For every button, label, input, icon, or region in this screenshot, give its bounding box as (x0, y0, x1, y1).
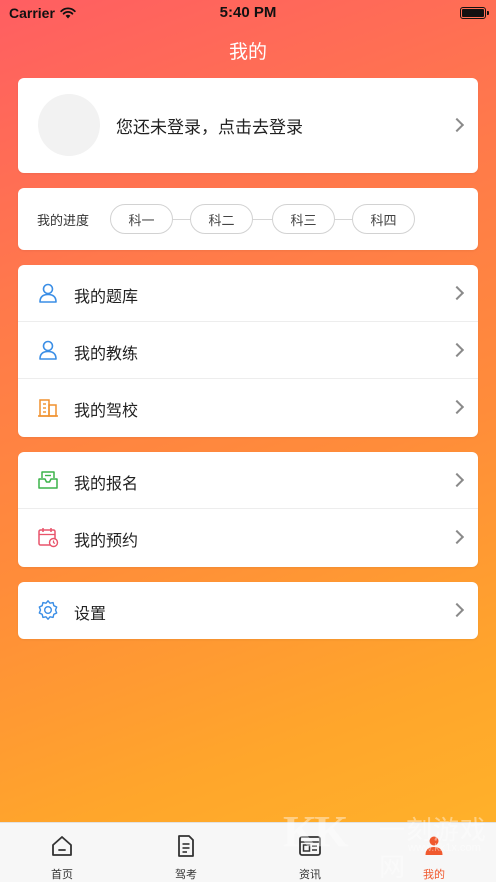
envelope-tray-icon (38, 471, 58, 489)
tab-label: 首页 (51, 868, 73, 881)
subject-chip-3[interactable]: 科三 (272, 204, 335, 234)
subject-chip-4[interactable]: 科四 (352, 204, 415, 234)
menu-item-label: 设置 (74, 604, 107, 623)
home-icon (52, 836, 72, 856)
tab-bar: 首页 驾考 资讯 我的 (0, 822, 496, 882)
chevron-right-icon (449, 529, 465, 545)
menu-group-3: 设置 (18, 582, 478, 639)
subject-chip-1[interactable]: 科一 (110, 204, 173, 234)
tab-home[interactable]: 首页 (0, 823, 124, 882)
menu-item-coach[interactable]: 我的教练 (18, 322, 478, 379)
menu-item-driving-school[interactable]: 我的驾校 (18, 379, 478, 436)
menu-item-label: 我的报名 (74, 474, 139, 493)
building-icon (38, 399, 58, 417)
subject-chip-2[interactable]: 科二 (190, 204, 253, 234)
chevron-right-icon (449, 399, 465, 415)
menu-item-label: 我的驾校 (74, 401, 139, 420)
avatar (38, 94, 100, 156)
tab-label: 资讯 (299, 868, 321, 881)
menu-item-label: 我的题库 (74, 287, 139, 306)
menu-group-2: 我的报名 我的预约 (18, 452, 478, 567)
menu-item-label: 我的教练 (74, 344, 139, 363)
battery-icon (460, 7, 489, 19)
user-outline-icon (39, 340, 57, 360)
news-icon (299, 836, 321, 856)
login-prompt: 您还未登录，点击去登录 (116, 118, 303, 138)
chevron-right-icon (449, 285, 465, 301)
menu-item-settings[interactable]: 设置 (18, 582, 478, 639)
page-title: 我的 (228, 41, 267, 63)
menu-item-question-bank[interactable]: 我的题库 (18, 265, 478, 322)
tab-exam[interactable]: 驾考 (124, 823, 248, 882)
tab-label: 驾考 (175, 868, 197, 881)
login-card[interactable]: 您还未登录，点击去登录 (18, 78, 478, 173)
chevron-right-icon (449, 342, 465, 358)
menu-item-registration[interactable]: 我的报名 (18, 452, 478, 509)
tab-news[interactable]: 资讯 (248, 823, 372, 882)
calendar-clock-icon (38, 528, 59, 548)
subject-chips: 科一 科二 科三 科四 (110, 204, 415, 234)
status-bar: Carrier 5:40 PM (0, 0, 496, 26)
chevron-right-icon (449, 117, 465, 133)
progress-card: 我的进度 科一 科二 科三 科四 (18, 188, 478, 250)
menu-group-1: 我的题库 我的教练 我的驾校 (18, 265, 478, 437)
chevron-right-icon (449, 472, 465, 488)
status-time: 5:40 PM (219, 4, 277, 21)
menu-item-appointment[interactable]: 我的预约 (18, 509, 478, 566)
document-icon (178, 835, 194, 857)
progress-label: 我的进度 (37, 214, 90, 229)
tab-mine[interactable]: 我的 (372, 823, 496, 882)
chevron-right-icon (449, 602, 465, 618)
gear-icon (38, 600, 58, 620)
profile-icon (425, 836, 443, 855)
tab-label: 我的 (423, 868, 445, 881)
menu-item-label: 我的预约 (74, 531, 139, 550)
user-outline-icon (39, 283, 57, 303)
